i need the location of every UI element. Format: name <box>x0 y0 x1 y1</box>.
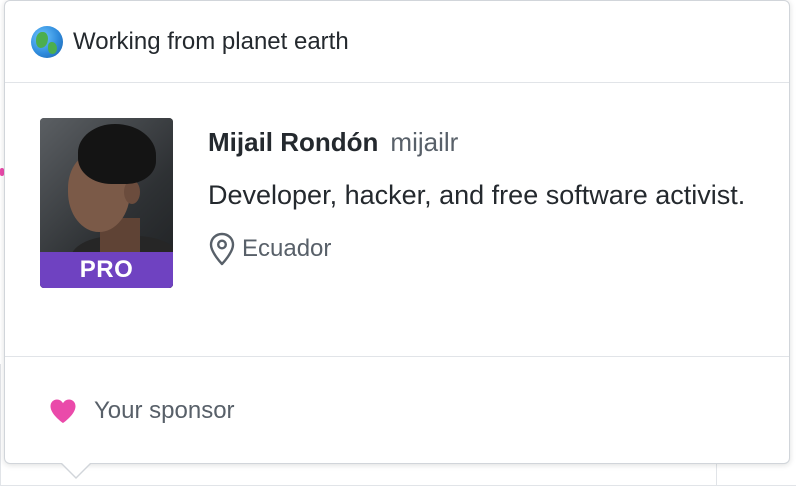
page: Working from planet earth PRO Mijail Ron… <box>0 0 796 486</box>
background-border <box>0 364 1 486</box>
avatar[interactable]: PRO <box>40 118 173 288</box>
pro-badge: PRO <box>40 252 173 288</box>
user-status: Working from planet earth <box>5 1 789 83</box>
background-border <box>716 464 717 486</box>
user-name[interactable]: Mijail Rondón <box>208 127 378 157</box>
user-location: Ecuador <box>208 232 768 266</box>
user-hovercard: Working from planet earth PRO Mijail Ron… <box>4 0 790 464</box>
popover-caret-fill <box>61 462 91 477</box>
user-login[interactable]: mijailr <box>390 127 458 157</box>
earth-globe-icon <box>31 25 63 58</box>
location-label: Ecuador <box>242 235 332 262</box>
hovercard-body: PRO Mijail Rondón mijailr Developer, hack… <box>5 83 789 357</box>
location-pin-icon <box>209 232 235 266</box>
sponsor-row: Your sponsor <box>5 357 789 464</box>
name-row: Mijail Rondón mijailr <box>208 125 768 159</box>
status-message: Working from planet earth <box>73 27 349 55</box>
heart-icon <box>50 399 76 423</box>
profile-info: Mijail Rondón mijailr Developer, hacker, … <box>208 125 768 266</box>
user-bio: Developer, hacker, and free software act… <box>208 180 746 210</box>
sponsor-label: Your sponsor <box>94 396 235 424</box>
